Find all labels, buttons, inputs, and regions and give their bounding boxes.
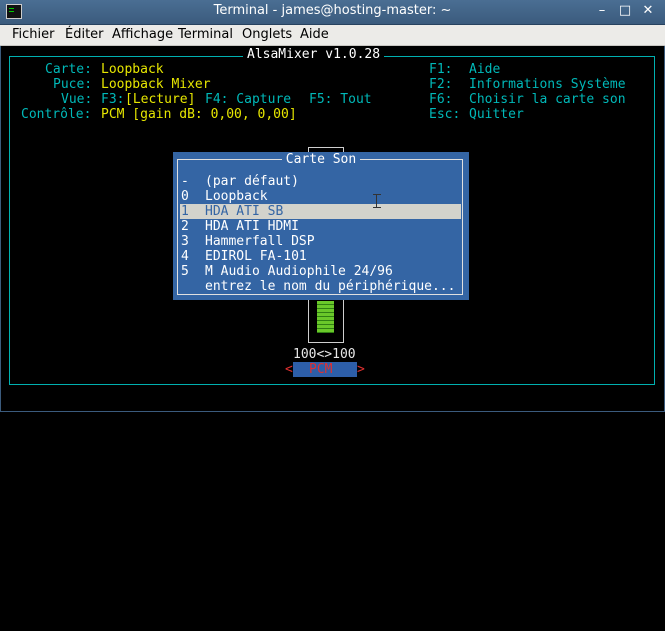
key-f2: F2: xyxy=(429,77,453,92)
sound-card-item[interactable]: 5 M Audio Audiophile 24/96 xyxy=(180,264,461,279)
card-value: Loopback xyxy=(101,62,164,77)
window-title: Terminal - james@hosting-master: ~ xyxy=(213,3,452,18)
sound-card-dialog: Carte Son - (par défaut) 0 Loopback 1 HDA ATI… xyxy=(173,152,469,300)
view-playback-active[interactable]: [Lecture] xyxy=(125,92,195,107)
control-label: Contrôle: xyxy=(21,107,92,122)
channel-left-arrow: < xyxy=(285,362,293,377)
view-all[interactable]: F5: Tout xyxy=(309,92,372,107)
sound-card-item[interactable]: 1 HDA ATI SB xyxy=(180,204,461,219)
menu-editer[interactable]: Éditer xyxy=(65,27,104,42)
sound-card-index: 2 xyxy=(181,219,189,234)
chip-label: Puce: xyxy=(53,77,93,92)
dialog-title: Carte Son xyxy=(173,152,469,167)
sound-card-index: 4 xyxy=(181,249,189,264)
card-label: Carte: xyxy=(45,62,92,77)
sound-card-name: entrez le nom du périphérique... xyxy=(205,279,456,294)
title-bar[interactable]: Terminal - james@hosting-master: ~ – □ ✕ xyxy=(0,0,665,25)
key-f6-choose-card[interactable]: Choisir la carte son xyxy=(469,92,626,107)
sound-card-name: EDIROL FA-101 xyxy=(205,249,307,264)
key-f1-help[interactable]: Aide xyxy=(469,62,500,77)
alsamixer-title: AlsaMixer v1.0.28 xyxy=(243,47,385,62)
chip-value: Loopback Mixer xyxy=(101,77,211,92)
volume-bar-fill xyxy=(317,301,334,333)
sound-card-index: 3 xyxy=(181,234,189,249)
view-f3-key[interactable]: F3: xyxy=(101,92,124,107)
key-f6: F6: xyxy=(429,92,453,107)
channel-name: PCM xyxy=(309,362,333,377)
view-label: Vue: xyxy=(61,92,93,107)
volume-readout: 100<>100 xyxy=(293,347,356,362)
text-cursor-icon xyxy=(373,194,381,208)
sound-card-name: HDA ATI HDMI xyxy=(205,219,299,234)
minimize-icon[interactable]: – xyxy=(594,3,610,19)
view-capture[interactable]: F4: Capture xyxy=(205,92,291,107)
terminal-area[interactable]: AlsaMixer v1.0.28 Carte: Loopback Puce: … xyxy=(0,46,665,412)
menu-bar: Fichier Éditer Affichage Terminal Onglet… xyxy=(0,25,665,46)
terminal-window: Terminal - james@hosting-master: ~ – □ ✕… xyxy=(0,0,665,412)
key-f1: F1: xyxy=(429,62,453,77)
sound-card-index: 0 xyxy=(181,189,189,204)
close-icon[interactable]: ✕ xyxy=(640,3,656,19)
sound-card-name: M Audio Audiophile 24/96 xyxy=(205,264,393,279)
channel-right-arrow: > xyxy=(357,362,365,377)
sound-card-item[interactable]: entrez le nom du périphérique... xyxy=(180,279,461,294)
sound-card-name: Loopback xyxy=(205,189,268,204)
menu-affichage[interactable]: Affichage xyxy=(112,27,173,42)
key-esc: Esc: xyxy=(429,107,461,122)
sound-card-item[interactable]: 3 Hammerfall DSP xyxy=(180,234,461,249)
menu-terminal[interactable]: Terminal xyxy=(178,27,233,42)
menu-fichier[interactable]: Fichier xyxy=(12,27,55,42)
sound-card-name: Hammerfall DSP xyxy=(205,234,315,249)
maximize-icon[interactable]: □ xyxy=(617,3,633,19)
menu-aide[interactable]: Aide xyxy=(300,27,329,42)
control-value: PCM [gain dB: 0,00, 0,00] xyxy=(101,107,297,122)
window-border-left xyxy=(0,46,1,412)
sound-card-name: HDA ATI SB xyxy=(205,204,284,219)
sound-card-index: 1 xyxy=(181,204,189,219)
sound-card-index: 5 xyxy=(181,264,189,279)
sound-card-item[interactable]: 4 EDIROL FA-101 xyxy=(180,249,461,264)
key-f2-system-info[interactable]: Informations Système xyxy=(469,77,626,92)
sound-card-index: - xyxy=(181,174,189,189)
key-esc-quit[interactable]: Quitter xyxy=(469,107,524,122)
sound-card-name: (par défaut) xyxy=(205,174,299,189)
sound-card-item[interactable]: 0 Loopback xyxy=(180,189,461,204)
menu-onglets[interactable]: Onglets xyxy=(242,27,292,42)
sound-card-item[interactable]: - (par défaut) xyxy=(180,174,461,189)
sound-card-item[interactable]: 2 HDA ATI HDMI xyxy=(180,219,461,234)
